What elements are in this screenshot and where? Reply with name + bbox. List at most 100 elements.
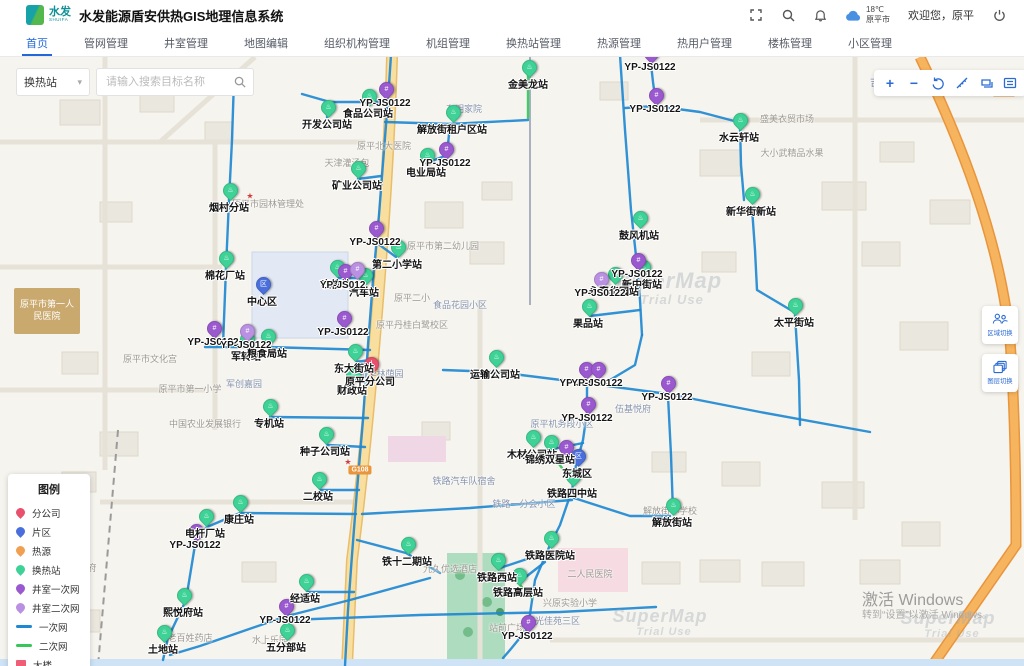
- tab-机组管理[interactable]: 机组管理: [426, 30, 470, 56]
- area-switch-button[interactable]: 区域切换: [982, 306, 1018, 344]
- legend-pin-icon: [14, 563, 27, 576]
- pin-glyph: ♨: [320, 428, 333, 441]
- legend-item: 二次网: [16, 636, 82, 655]
- station-label: YP-JS0122: [317, 327, 368, 338]
- users-icon: [992, 312, 1008, 326]
- pin-glyph: ♨: [200, 510, 213, 523]
- search-category-select[interactable]: 换热站 ▾: [16, 68, 90, 96]
- supermap-watermark: Trial Use: [640, 292, 704, 307]
- station-label: 铁十二期站: [382, 553, 432, 568]
- tab-地图编辑[interactable]: 地图编辑: [244, 30, 288, 56]
- station-label: 熙悦府站: [163, 604, 203, 619]
- pin-glyph: #: [582, 398, 595, 411]
- search-input[interactable]: [104, 75, 230, 89]
- layer-list-button[interactable]: [998, 71, 1022, 95]
- station-label: 烟村分站: [209, 199, 249, 214]
- supermap-watermark: Trial Use: [636, 626, 691, 638]
- legend-pin-icon: [14, 601, 27, 614]
- pin-glyph: ♨: [322, 101, 335, 114]
- pipe-line: [795, 315, 800, 425]
- pin-glyph: #: [662, 377, 675, 390]
- tab-管网管理[interactable]: 管网管理: [84, 30, 128, 56]
- station-label: 铁路高层站: [493, 584, 543, 599]
- layer-switch-button[interactable]: 图层切换: [982, 354, 1018, 392]
- poi-label: 原平市第二幼儿园: [407, 239, 479, 252]
- station-label: 康庄站: [224, 511, 254, 526]
- hospital-block: 原平市第一人民医院: [14, 288, 80, 334]
- pin-glyph: ♨: [734, 114, 747, 127]
- pin-glyph: #: [370, 222, 383, 235]
- zoom-in-button[interactable]: +: [878, 71, 902, 95]
- pin-glyph: ♨: [234, 496, 247, 509]
- map-toolbar: + −: [874, 70, 1024, 96]
- chevron-down-icon: ▾: [77, 77, 82, 88]
- station-label: 果品站: [573, 315, 603, 330]
- station-label: 锦绣双星站: [525, 451, 575, 466]
- legend-line-icon: [16, 644, 32, 647]
- legend-item: 片区: [16, 522, 82, 541]
- cloud-icon: [845, 9, 862, 22]
- station-label: 鼓风机站: [619, 227, 659, 242]
- station-label: YP-JS0122: [501, 631, 552, 642]
- draw-area-button[interactable]: [974, 71, 998, 95]
- pin-glyph: ♨: [746, 188, 759, 201]
- legend-item-label: 热源: [32, 544, 51, 558]
- tab-小区管理[interactable]: 小区管理: [848, 30, 892, 56]
- pin-glyph: ♨: [667, 499, 680, 512]
- search-input-icon[interactable]: [234, 76, 246, 88]
- pin-glyph: ♨: [545, 532, 558, 545]
- station-label: 水云轩站: [719, 129, 759, 144]
- pin-glyph: ♨: [352, 162, 365, 175]
- pin-glyph: #: [208, 322, 221, 335]
- search-icon[interactable]: [781, 8, 795, 22]
- tab-井室管理[interactable]: 井室管理: [164, 30, 208, 56]
- legend-item: 井室二次网: [16, 598, 82, 617]
- poi-label: 中国农业发展银行: [169, 417, 241, 430]
- station-label: 棉花厂站: [205, 267, 245, 282]
- legend-item-label: 二次网: [39, 639, 68, 653]
- tab-楼栋管理[interactable]: 楼栋管理: [768, 30, 812, 56]
- station-label: YP-JS0122: [169, 540, 220, 551]
- legend-pin-icon: [14, 506, 27, 519]
- pin-glyph: #: [241, 325, 254, 338]
- supermap-watermark: Trial Use: [924, 628, 979, 640]
- station-label: 新华街新站: [726, 203, 776, 218]
- fullscreen-icon[interactable]: [749, 8, 763, 22]
- legend-pin-icon: [14, 525, 27, 538]
- station-label: 解放街租户区站: [417, 121, 487, 136]
- zoom-out-button[interactable]: −: [902, 71, 926, 95]
- logout-icon[interactable]: [992, 8, 1006, 22]
- legend-line-icon: [16, 625, 32, 628]
- welcome-text: 欢迎您，原平: [908, 7, 974, 23]
- reset-view-button[interactable]: [926, 71, 950, 95]
- legend-item-label: 大楼: [33, 658, 52, 666]
- weather-city: 原平市: [866, 15, 890, 25]
- station-label: 种子公司站: [300, 443, 350, 458]
- search-category-value: 换热站: [24, 74, 57, 90]
- station-label: 经适站: [290, 590, 320, 605]
- measure-distance-button[interactable]: [950, 71, 974, 95]
- poi-label: 原平市第一小学: [158, 382, 221, 395]
- tab-热用户管理[interactable]: 热用户管理: [677, 30, 732, 56]
- poi-label: 铁路汽车队宿舍: [432, 474, 495, 487]
- station-label: 解放街站: [652, 514, 692, 529]
- tab-首页[interactable]: 首页: [26, 30, 48, 56]
- station-label: 东城区: [562, 465, 592, 480]
- layers-icon: [993, 360, 1008, 374]
- station-label: 电杆厂站: [185, 525, 225, 540]
- station-label: 金美龙站: [508, 76, 548, 91]
- station-label: 矿业公司站: [332, 177, 382, 192]
- supermap-watermark: SuperMap: [612, 606, 707, 627]
- tab-热源管理[interactable]: 热源管理: [597, 30, 641, 56]
- map-canvas[interactable]: 原平市第一人民医院 ♨开发公司站♨食品公司站♨金美龙站♨解放街租户区站♨电业局站…: [0, 0, 1024, 666]
- tab-换热站管理[interactable]: 换热站管理: [506, 30, 561, 56]
- windows-activate-subtext: 转到“设置”以激活 Windows。: [862, 606, 992, 621]
- bell-icon[interactable]: [813, 8, 827, 22]
- app-header: 水发 SHUIFA 水发能源盾安供热GIS地理信息系统 18℃ 原平市 欢迎您，…: [0, 0, 1024, 31]
- pin-glyph: ♨: [402, 538, 415, 551]
- logo-text: 水发 SHUIFA: [49, 7, 71, 23]
- station-label: 中心区: [247, 293, 277, 308]
- tab-组织机构管理[interactable]: 组织机构管理: [324, 30, 390, 56]
- map-side-tools: 区域切换 图层切换: [982, 306, 1018, 392]
- legend-item: 热源: [16, 541, 82, 560]
